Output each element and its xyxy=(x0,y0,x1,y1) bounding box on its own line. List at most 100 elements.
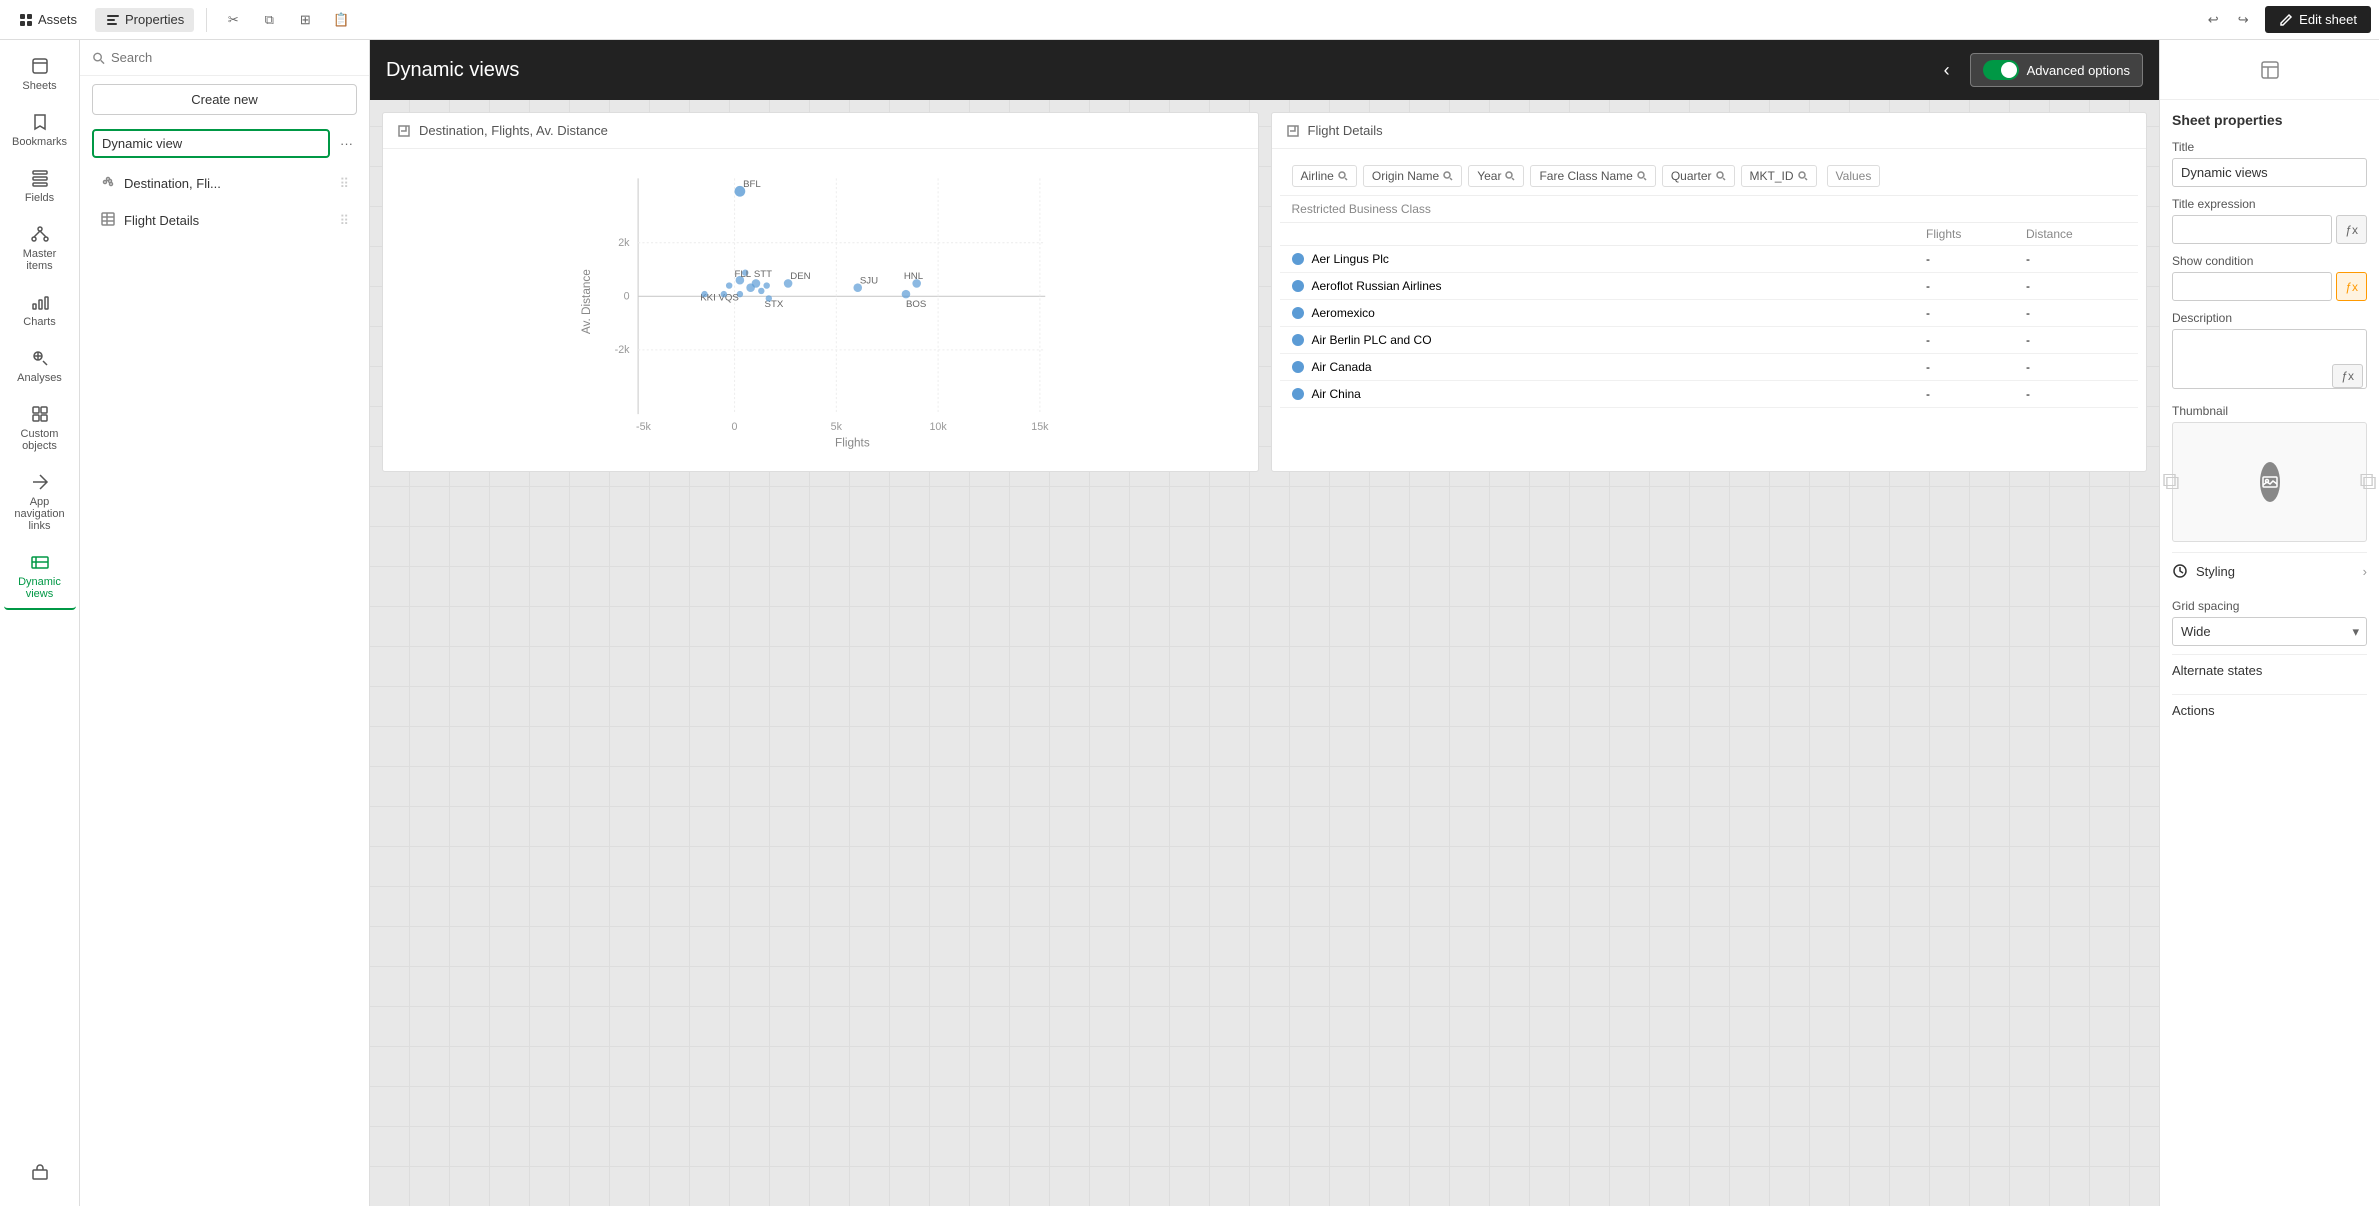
sheet-properties-title: Sheet properties xyxy=(2172,112,2367,128)
title-expression-input[interactable] xyxy=(2172,215,2332,244)
airline-cell: Air Berlin PLC and CO xyxy=(1292,333,1927,347)
cut-button[interactable]: ✂ xyxy=(219,6,247,34)
filter-year[interactable]: Year xyxy=(1468,165,1524,187)
flights-val: - xyxy=(1926,333,2026,347)
distance-val: - xyxy=(2026,252,2126,266)
create-new-button[interactable]: Create new xyxy=(92,84,357,115)
svg-text:-5k: -5k xyxy=(636,421,652,433)
chart-card-header: Destination, Flights, Av. Distance xyxy=(383,113,1258,149)
airline-cell: Air Canada xyxy=(1292,360,1927,374)
airline-name: Aer Lingus Plc xyxy=(1312,252,1389,266)
copy-button[interactable]: ⧉ xyxy=(255,6,283,34)
filter-mkt-id[interactable]: MKT_ID xyxy=(1741,165,1817,187)
edit-sheet-button[interactable]: Edit sheet xyxy=(2265,6,2371,33)
list-item[interactable]: Flight Details ⠿ xyxy=(88,203,361,238)
table-row[interactable]: Aer Lingus Plc - - xyxy=(1280,246,2139,273)
table-row[interactable]: Aeromexico - - xyxy=(1280,300,2139,327)
row-indicator xyxy=(1292,361,1304,373)
search-icon xyxy=(1716,171,1726,181)
title-expression-fx-button[interactable]: ƒx xyxy=(2336,215,2367,244)
thumbnail-box: ⧉ ⧉ xyxy=(2172,422,2367,542)
sidebar-item-app-nav-links[interactable]: App navigation links xyxy=(4,464,76,540)
styling-row[interactable]: Styling › xyxy=(2172,552,2367,589)
sidebar-item-dynamic-views[interactable]: Dynamic views xyxy=(4,544,76,610)
show-condition-input[interactable] xyxy=(2172,272,2332,301)
distance-val: - xyxy=(2026,360,2126,374)
sheet-icon xyxy=(2259,59,2281,81)
flight-details-body: Airline Origin Name Year Fare Class xyxy=(1272,149,2147,416)
flight-details-card: Flight Details Airline Origin Name xyxy=(1271,112,2148,472)
canvas-title: Dynamic views xyxy=(386,59,1924,82)
filter-mkt-id-label: MKT_ID xyxy=(1750,169,1794,183)
table-row[interactable]: Aeroflot Russian Airlines - - xyxy=(1280,273,2139,300)
title-input[interactable] xyxy=(2172,158,2367,187)
assets-panel: Create new Dynamic view ··· Destination,… xyxy=(80,40,370,1206)
right-panel-top xyxy=(2160,40,2379,100)
sidebar-item-bookmarks-label: Bookmarks xyxy=(12,136,67,148)
drag-handle-icon[interactable]: ⠿ xyxy=(339,176,349,192)
dropdown-section: Dynamic view ··· xyxy=(80,123,369,164)
description-row: ƒx xyxy=(2172,329,2367,392)
filter-quarter-label: Quarter xyxy=(1671,169,1712,183)
table-row[interactable]: Air China - - xyxy=(1280,381,2139,408)
grid-spacing-select[interactable]: Wide Medium Narrow xyxy=(2172,617,2367,646)
filter-quarter[interactable]: Quarter xyxy=(1662,165,1735,187)
filter-airline-label: Airline xyxy=(1301,169,1334,183)
distance-val: - xyxy=(2026,306,2126,320)
flights-val: - xyxy=(1926,387,2026,401)
more-options-button[interactable]: ··· xyxy=(336,132,357,155)
thumbnail-section: Thumbnail ⧉ ⧉ xyxy=(2172,404,2367,542)
advanced-options-toggle[interactable] xyxy=(1983,60,2019,80)
list-item[interactable]: Destination, Fli... ⠿ xyxy=(88,166,361,201)
distance-val: - xyxy=(2026,333,2126,347)
advanced-options-button[interactable]: Advanced options xyxy=(1970,53,2143,87)
advanced-options-label: Advanced options xyxy=(2027,63,2130,78)
redo-button[interactable]: ↪ xyxy=(2229,6,2257,34)
filter-airline[interactable]: Airline xyxy=(1292,165,1357,187)
alternate-states-row[interactable]: Alternate states xyxy=(2172,654,2367,686)
view-type-select[interactable]: Dynamic view xyxy=(92,129,330,158)
scatter-plot: 2k 0 -2k -5k 0 5k 10k 15k Flights Av. Di… xyxy=(391,157,1250,457)
show-condition-fx-button[interactable]: ƒx xyxy=(2336,272,2367,301)
list-item-name: Flight Details xyxy=(124,213,331,228)
tab-properties[interactable]: Properties xyxy=(95,8,194,32)
row-indicator xyxy=(1292,307,1304,319)
canvas-nav-back[interactable]: ‹ xyxy=(1936,56,1958,85)
table-row[interactable]: Air Canada - - xyxy=(1280,354,2139,381)
thumbnail-frame-right-icon: ⧉ xyxy=(2360,468,2377,496)
svg-text:Av. Distance: Av. Distance xyxy=(580,269,593,334)
sidebar-item-bookmarks[interactable]: Bookmarks xyxy=(4,104,76,156)
search-input[interactable] xyxy=(111,50,357,65)
sidebar-item-bottom[interactable] xyxy=(4,1154,76,1190)
sidebar-item-charts[interactable]: Charts xyxy=(4,284,76,336)
actions-row[interactable]: Actions xyxy=(2172,694,2367,726)
sidebar-item-fields[interactable]: Fields xyxy=(4,160,76,212)
sidebar-item-master-items[interactable]: Master items xyxy=(4,216,76,280)
right-panel: Sheet properties Title Title expression … xyxy=(2159,40,2379,1206)
paste-button[interactable]: 📋 xyxy=(327,6,355,34)
table-row[interactable]: Air Berlin PLC and CO - - xyxy=(1280,327,2139,354)
sidebar-item-fields-label: Fields xyxy=(25,192,54,204)
description-fx-button[interactable]: ƒx xyxy=(2332,364,2363,388)
sidebar-item-sheets[interactable]: Sheets xyxy=(4,48,76,100)
sidebar-item-analyses[interactable]: Analyses xyxy=(4,340,76,392)
distance-val: - xyxy=(2026,279,2126,293)
row-indicator xyxy=(1292,280,1304,292)
filter-fare-class-label: Fare Class Name xyxy=(1539,169,1632,183)
styling-label: Styling xyxy=(2196,564,2235,579)
table-icon xyxy=(100,211,116,230)
row-indicator xyxy=(1292,388,1304,400)
filter-origin-name[interactable]: Origin Name xyxy=(1363,165,1462,187)
duplicate-button[interactable]: ⊞ xyxy=(291,6,319,34)
flight-filters: Airline Origin Name Year Fare Class xyxy=(1280,157,2139,196)
tab-assets[interactable]: Assets xyxy=(8,8,87,32)
drag-handle-icon[interactable]: ⠿ xyxy=(339,213,349,229)
svg-text:15k: 15k xyxy=(1031,421,1049,433)
flights-val: - xyxy=(1926,360,2026,374)
filter-fare-class[interactable]: Fare Class Name xyxy=(1530,165,1655,187)
grid-spacing-label: Grid spacing xyxy=(2172,599,2367,613)
svg-text:0: 0 xyxy=(732,421,738,433)
undo-button[interactable]: ↩ xyxy=(2199,6,2227,34)
sidebar-item-custom-objects[interactable]: Custom objects xyxy=(4,396,76,460)
svg-text:SJU: SJU xyxy=(860,275,878,286)
